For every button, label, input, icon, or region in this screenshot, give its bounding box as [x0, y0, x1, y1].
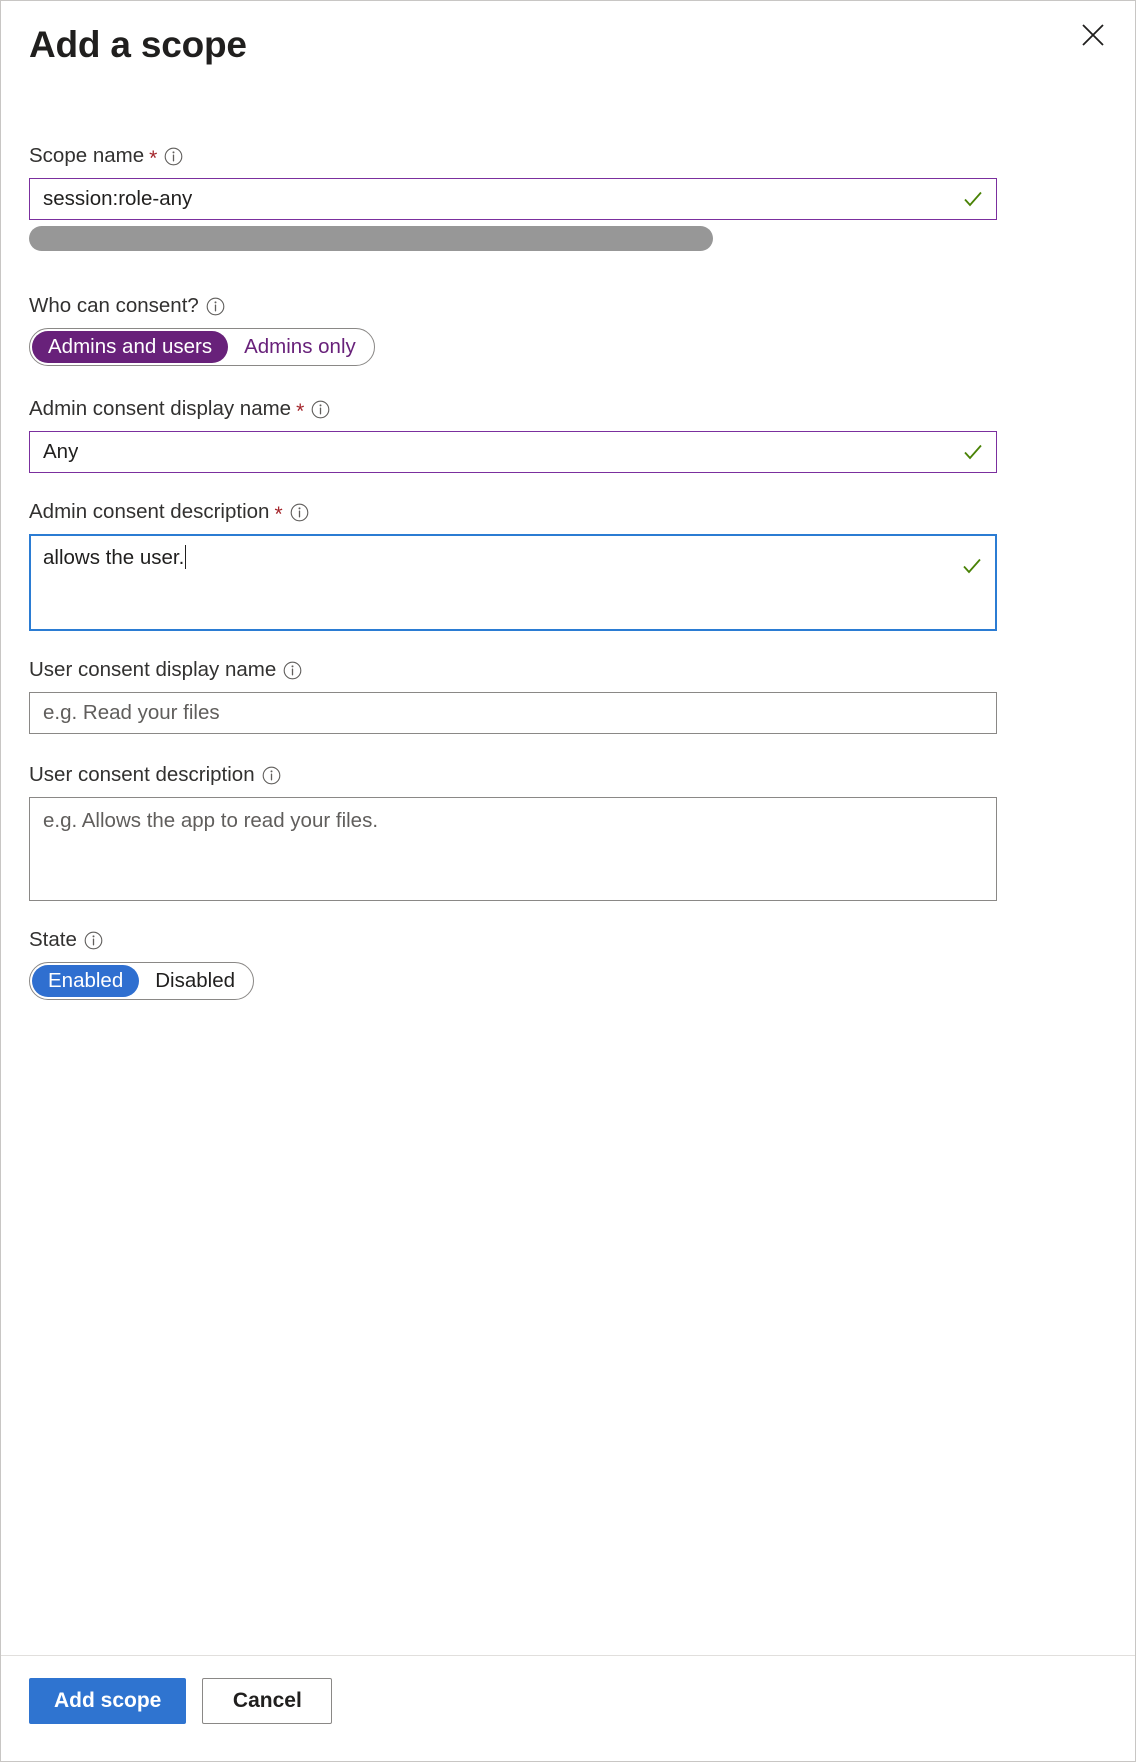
state-label: State [29, 927, 77, 953]
info-icon[interactable] [311, 400, 330, 419]
page-title: Add a scope [29, 17, 1107, 67]
state-option-enabled[interactable]: Enabled [32, 965, 139, 997]
info-icon[interactable] [164, 147, 183, 166]
close-button[interactable] [1071, 13, 1115, 57]
text-cursor [185, 545, 186, 569]
field-admin-consent-display-name: Admin consent display name * Any [29, 396, 1107, 473]
admin-consent-description-textarea[interactable]: allows the user. [29, 534, 997, 631]
checkmark-icon [961, 440, 985, 464]
admin-consent-display-name-input[interactable]: Any [29, 431, 997, 473]
field-user-consent-display-name: User consent display name e.g. Read your… [29, 657, 1107, 734]
admin-consent-display-name-value: Any [43, 439, 78, 465]
user-consent-description-label: User consent description [29, 762, 255, 788]
who-can-consent-option-admins-and-users[interactable]: Admins and users [32, 331, 228, 363]
admin-consent-description-value: allows the user. [43, 546, 184, 569]
admin-consent-display-name-label-row: Admin consent display name * [29, 396, 1107, 422]
user-consent-display-name-placeholder: e.g. Read your files [43, 700, 220, 726]
info-icon[interactable] [206, 297, 225, 316]
field-user-consent-description: User consent description e.g. Allows the… [29, 762, 1107, 901]
info-icon[interactable] [84, 931, 103, 950]
field-who-can-consent: Who can consent? Admins and users Admins… [29, 293, 1107, 366]
user-consent-description-label-row: User consent description [29, 762, 1107, 788]
who-can-consent-label: Who can consent? [29, 293, 199, 319]
user-consent-display-name-input[interactable]: e.g. Read your files [29, 692, 997, 734]
add-scope-panel: Add a scope Scope name * [0, 0, 1136, 1762]
info-icon[interactable] [262, 766, 281, 785]
scope-name-value: session:role-any [43, 186, 192, 212]
required-indicator: * [274, 506, 282, 524]
user-consent-display-name-label-row: User consent display name [29, 657, 1107, 683]
cancel-button[interactable]: Cancel [202, 1678, 332, 1724]
user-consent-description-textarea[interactable]: e.g. Allows the app to read your files. [29, 797, 997, 901]
user-consent-description-placeholder: e.g. Allows the app to read your files. [43, 809, 378, 832]
admin-consent-display-name-label: Admin consent display name [29, 396, 291, 422]
field-admin-consent-description: Admin consent description * allows the u… [29, 499, 1107, 631]
panel-header: Add a scope [1, 1, 1135, 97]
panel-body: Scope name * session:role-any [1, 97, 1135, 1655]
state-option-disabled[interactable]: Disabled [139, 965, 251, 997]
who-can-consent-label-row: Who can consent? [29, 293, 1107, 319]
required-indicator: * [149, 150, 157, 168]
checkmark-icon [961, 187, 985, 211]
field-scope-name: Scope name * session:role-any [29, 143, 1107, 251]
state-toggle: Enabled Disabled [29, 962, 254, 1000]
scope-name-label: Scope name [29, 143, 144, 169]
scope-name-input[interactable]: session:role-any [29, 178, 997, 220]
checkmark-icon [960, 554, 984, 578]
panel-footer: Add scope Cancel [1, 1655, 1135, 1761]
admin-consent-description-label-row: Admin consent description * [29, 499, 1107, 525]
close-icon [1080, 22, 1106, 48]
who-can-consent-option-admins-only[interactable]: Admins only [228, 331, 372, 363]
user-consent-display-name-label: User consent display name [29, 657, 276, 683]
info-icon[interactable] [283, 661, 302, 680]
state-label-row: State [29, 927, 1107, 953]
field-state: State Enabled Disabled [29, 927, 1107, 1000]
scope-name-label-row: Scope name * [29, 143, 1107, 169]
required-indicator: * [296, 403, 304, 421]
redacted-content-bar [29, 226, 713, 251]
who-can-consent-toggle: Admins and users Admins only [29, 328, 375, 366]
admin-consent-description-label: Admin consent description [29, 499, 269, 525]
info-icon[interactable] [290, 503, 309, 522]
add-scope-button[interactable]: Add scope [29, 1678, 186, 1724]
